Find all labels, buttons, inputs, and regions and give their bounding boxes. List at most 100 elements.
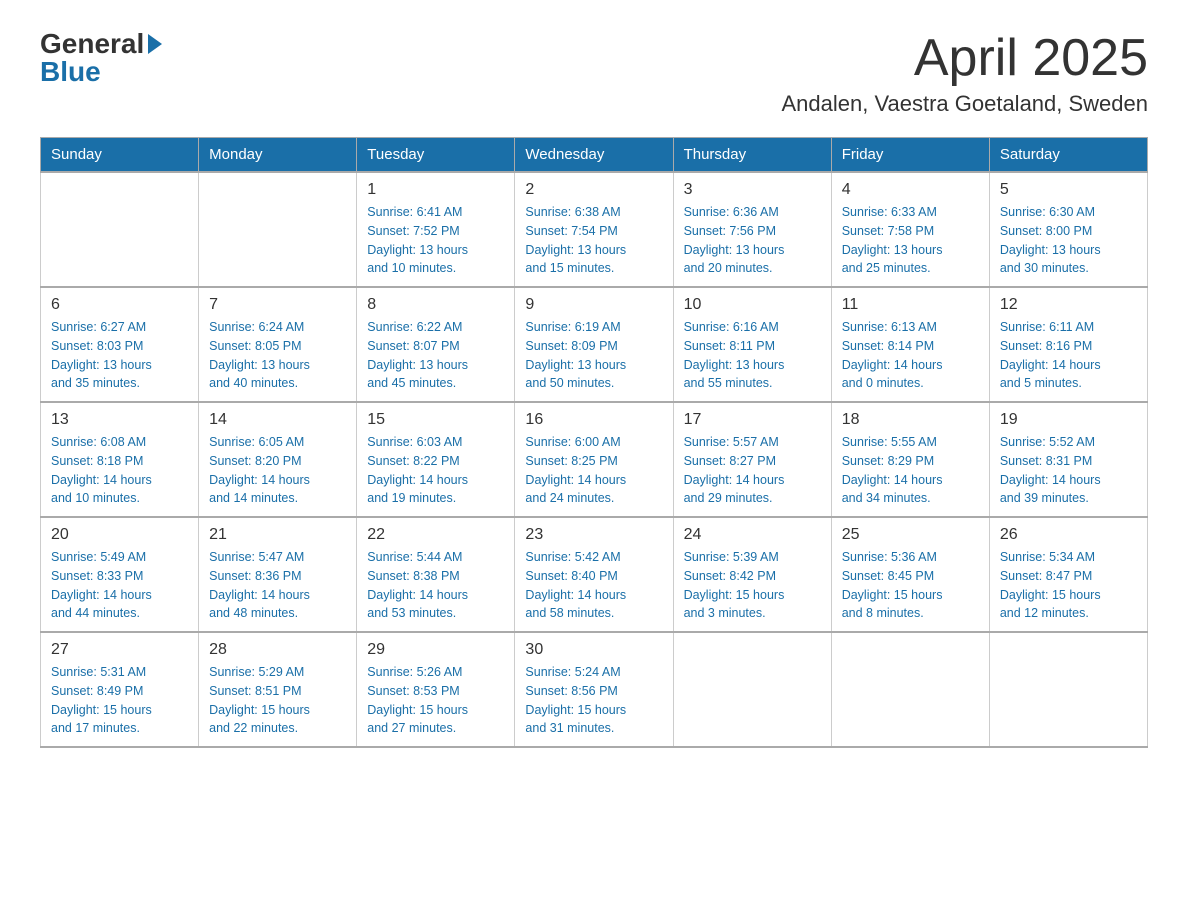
location-subtitle: Andalen, Vaestra Goetaland, Sweden <box>781 91 1148 117</box>
calendar-cell: 18 Sunrise: 5:55 AMSunset: 8:29 PMDayligh… <box>831 402 989 517</box>
calendar-cell: 22 Sunrise: 5:44 AMSunset: 8:38 PMDayligh… <box>357 517 515 632</box>
day-info: Sunrise: 6:11 AMSunset: 8:16 PMDaylight:… <box>1000 318 1137 393</box>
day-number: 11 <box>842 296 979 314</box>
day-info: Sunrise: 5:47 AMSunset: 8:36 PMDaylight:… <box>209 548 346 623</box>
calendar-table: SundayMondayTuesdayWednesdayThursdayFrid… <box>40 137 1148 748</box>
calendar-cell: 27Sunrise: 5:31 AMSunset: 8:49 PMDayligh… <box>41 632 199 747</box>
day-number: 25 <box>842 526 979 544</box>
day-number: 27 <box>51 641 188 659</box>
day-number: 4 <box>842 181 979 199</box>
calendar-cell: 19 Sunrise: 5:52 AMSunset: 8:31 PMDayligh… <box>989 402 1147 517</box>
calendar-cell: 4 Sunrise: 6:33 AMSunset: 7:58 PMDaylight… <box>831 172 989 287</box>
day-info: Sunrise: 5:52 AMSunset: 8:31 PMDaylight:… <box>1000 433 1137 508</box>
day-of-week-header: Monday <box>199 138 357 173</box>
calendar-cell: 9Sunrise: 6:19 AMSunset: 8:09 PMDaylight… <box>515 287 673 402</box>
day-number: 28 <box>209 641 346 659</box>
calendar-cell <box>199 172 357 287</box>
day-number: 12 <box>1000 296 1137 314</box>
day-number: 26 <box>1000 526 1137 544</box>
day-number: 16 <box>525 411 662 429</box>
month-title: April 2025 <box>781 30 1148 87</box>
day-info: Sunrise: 6:33 AMSunset: 7:58 PMDaylight:… <box>842 203 979 278</box>
calendar-week-row: 6Sunrise: 6:27 AMSunset: 8:03 PMDaylight… <box>41 287 1148 402</box>
day-info: Sunrise: 5:34 AMSunset: 8:47 PMDaylight:… <box>1000 548 1137 623</box>
calendar-cell: 7 Sunrise: 6:24 AMSunset: 8:05 PMDaylight… <box>199 287 357 402</box>
logo: General Blue <box>40 30 162 86</box>
day-number: 9 <box>525 296 662 314</box>
day-number: 2 <box>525 181 662 199</box>
day-info: Sunrise: 5:57 AMSunset: 8:27 PMDaylight:… <box>684 433 821 508</box>
day-number: 30 <box>525 641 662 659</box>
day-number: 20 <box>51 526 188 544</box>
calendar-body: 1 Sunrise: 6:41 AMSunset: 7:52 PMDaylight… <box>41 172 1148 747</box>
calendar-week-row: 20 Sunrise: 5:49 AMSunset: 8:33 PMDayligh… <box>41 517 1148 632</box>
day-of-week-header: Sunday <box>41 138 199 173</box>
day-info: Sunrise: 6:30 AMSunset: 8:00 PMDaylight:… <box>1000 203 1137 278</box>
day-of-week-header: Friday <box>831 138 989 173</box>
day-info: Sunrise: 5:44 AMSunset: 8:38 PMDaylight:… <box>367 548 504 623</box>
day-of-week-header: Saturday <box>989 138 1147 173</box>
title-area: April 2025 Andalen, Vaestra Goetaland, S… <box>781 30 1148 117</box>
day-number: 22 <box>367 526 504 544</box>
day-info: Sunrise: 5:55 AMSunset: 8:29 PMDaylight:… <box>842 433 979 508</box>
day-of-week-header: Wednesday <box>515 138 673 173</box>
day-info: Sunrise: 6:13 AMSunset: 8:14 PMDaylight:… <box>842 318 979 393</box>
day-info: Sunrise: 5:49 AMSunset: 8:33 PMDaylight:… <box>51 548 188 623</box>
day-number: 17 <box>684 411 821 429</box>
calendar-cell: 8Sunrise: 6:22 AMSunset: 8:07 PMDaylight… <box>357 287 515 402</box>
calendar-cell: 5 Sunrise: 6:30 AMSunset: 8:00 PMDaylight… <box>989 172 1147 287</box>
day-info: Sunrise: 5:39 AMSunset: 8:42 PMDaylight:… <box>684 548 821 623</box>
day-number: 24 <box>684 526 821 544</box>
calendar-cell: 10Sunrise: 6:16 AMSunset: 8:11 PMDayligh… <box>673 287 831 402</box>
calendar-week-row: 13 Sunrise: 6:08 AMSunset: 8:18 PMDayligh… <box>41 402 1148 517</box>
day-info: Sunrise: 6:22 AMSunset: 8:07 PMDaylight:… <box>367 318 504 393</box>
day-info: Sunrise: 6:41 AMSunset: 7:52 PMDaylight:… <box>367 203 504 278</box>
day-info: Sunrise: 6:38 AMSunset: 7:54 PMDaylight:… <box>525 203 662 278</box>
day-info: Sunrise: 6:36 AMSunset: 7:56 PMDaylight:… <box>684 203 821 278</box>
calendar-cell: 23 Sunrise: 5:42 AMSunset: 8:40 PMDayligh… <box>515 517 673 632</box>
calendar-cell <box>989 632 1147 747</box>
logo-general-text: General <box>40 30 144 58</box>
day-number: 15 <box>367 411 504 429</box>
day-info: Sunrise: 6:24 AMSunset: 8:05 PMDaylight:… <box>209 318 346 393</box>
calendar-week-row: 1 Sunrise: 6:41 AMSunset: 7:52 PMDaylight… <box>41 172 1148 287</box>
calendar-cell <box>41 172 199 287</box>
day-number: 23 <box>525 526 662 544</box>
day-number: 7 <box>209 296 346 314</box>
calendar-cell <box>673 632 831 747</box>
day-of-week-header: Thursday <box>673 138 831 173</box>
calendar-header: SundayMondayTuesdayWednesdayThursdayFrid… <box>41 138 1148 173</box>
day-info: Sunrise: 6:00 AMSunset: 8:25 PMDaylight:… <box>525 433 662 508</box>
day-number: 1 <box>367 181 504 199</box>
calendar-cell <box>831 632 989 747</box>
day-number: 13 <box>51 411 188 429</box>
day-number: 6 <box>51 296 188 314</box>
day-info: Sunrise: 6:08 AMSunset: 8:18 PMDaylight:… <box>51 433 188 508</box>
calendar-cell: 15Sunrise: 6:03 AMSunset: 8:22 PMDayligh… <box>357 402 515 517</box>
calendar-cell: 26 Sunrise: 5:34 AMSunset: 8:47 PMDayligh… <box>989 517 1147 632</box>
calendar-cell: 28 Sunrise: 5:29 AMSunset: 8:51 PMDayligh… <box>199 632 357 747</box>
day-info: Sunrise: 5:29 AMSunset: 8:51 PMDaylight:… <box>209 663 346 738</box>
day-number: 5 <box>1000 181 1137 199</box>
calendar-cell: 12 Sunrise: 6:11 AMSunset: 8:16 PMDayligh… <box>989 287 1147 402</box>
calendar-cell: 24 Sunrise: 5:39 AMSunset: 8:42 PMDayligh… <box>673 517 831 632</box>
calendar-cell: 3 Sunrise: 6:36 AMSunset: 7:56 PMDaylight… <box>673 172 831 287</box>
page-header: General Blue April 2025 Andalen, Vaestra… <box>40 30 1148 117</box>
day-number: 18 <box>842 411 979 429</box>
day-info: Sunrise: 6:16 AMSunset: 8:11 PMDaylight:… <box>684 318 821 393</box>
day-number: 3 <box>684 181 821 199</box>
day-number: 19 <box>1000 411 1137 429</box>
calendar-cell: 16 Sunrise: 6:00 AMSunset: 8:25 PMDayligh… <box>515 402 673 517</box>
logo-triangle-icon <box>148 34 162 54</box>
calendar-week-row: 27Sunrise: 5:31 AMSunset: 8:49 PMDayligh… <box>41 632 1148 747</box>
calendar-cell: 20 Sunrise: 5:49 AMSunset: 8:33 PMDayligh… <box>41 517 199 632</box>
day-number: 29 <box>367 641 504 659</box>
day-info: Sunrise: 5:42 AMSunset: 8:40 PMDaylight:… <box>525 548 662 623</box>
day-info: Sunrise: 6:05 AMSunset: 8:20 PMDaylight:… <box>209 433 346 508</box>
calendar-cell: 30Sunrise: 5:24 AMSunset: 8:56 PMDayligh… <box>515 632 673 747</box>
day-number: 21 <box>209 526 346 544</box>
calendar-cell: 14 Sunrise: 6:05 AMSunset: 8:20 PMDayligh… <box>199 402 357 517</box>
day-number: 14 <box>209 411 346 429</box>
calendar-cell: 1 Sunrise: 6:41 AMSunset: 7:52 PMDaylight… <box>357 172 515 287</box>
calendar-cell: 21 Sunrise: 5:47 AMSunset: 8:36 PMDayligh… <box>199 517 357 632</box>
